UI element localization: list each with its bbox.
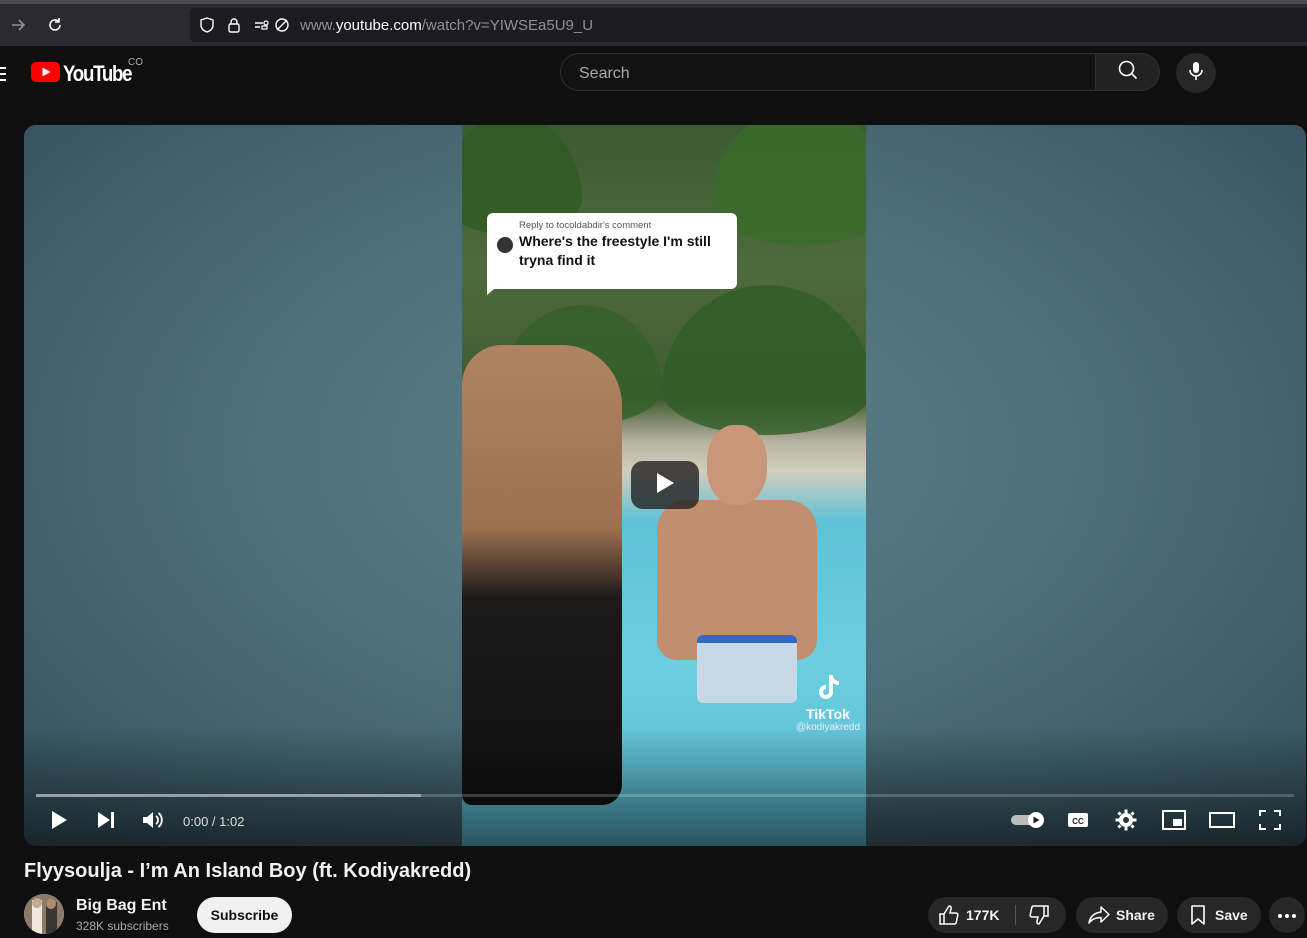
comment-avatar-icon (497, 237, 513, 253)
channel-avatar[interactable] (24, 894, 64, 934)
country-code: CO (128, 57, 143, 68)
camera-off-icon[interactable] (273, 16, 291, 34)
tiktok-note-icon (819, 675, 839, 699)
search-box[interactable] (560, 53, 1096, 91)
time-display: 0:00 / 1:02 (183, 814, 245, 829)
play-icon (50, 810, 68, 835)
thumbs-up-icon (939, 905, 959, 925)
progress-buffer (36, 794, 421, 797)
tiktok-brand: TikTok (806, 706, 850, 722)
bookmark-icon (1189, 904, 1207, 929)
video-player[interactable]: Reply to tocoldabdir's comment Where's t… (24, 125, 1306, 846)
miniplayer-icon (1162, 809, 1186, 835)
autoplay-toggle-icon (1010, 811, 1046, 834)
youtube-logo[interactable]: YouTube (31, 61, 143, 87)
browser-toolbar: www.youtube.com/watch?v=YIWSEa5U9_U (0, 0, 1307, 46)
theater-mode-icon (1209, 811, 1235, 834)
play-button[interactable] (41, 808, 77, 836)
video-person-shorts (697, 635, 797, 703)
lock-icon[interactable] (225, 16, 243, 34)
reload-icon[interactable] (40, 10, 70, 40)
fullscreen-button[interactable] (1252, 808, 1288, 836)
volume-icon (142, 810, 164, 835)
url-domain: youtube.com (335, 17, 422, 34)
theater-mode-button[interactable] (1204, 808, 1240, 836)
youtube-play-logo-icon (31, 61, 60, 87)
video-person-head (707, 425, 767, 505)
search-input[interactable] (577, 62, 1081, 86)
subscribe-button[interactable]: Subscribe (197, 897, 292, 933)
search-button[interactable] (1096, 53, 1160, 91)
like-count[interactable]: 177K (966, 907, 999, 923)
captions-button[interactable]: CC (1060, 808, 1096, 836)
forward-arrow-icon[interactable] (4, 10, 34, 40)
like-divider (1015, 905, 1016, 925)
more-horizontal-icon (1277, 906, 1297, 924)
save-label: Save (1215, 907, 1248, 923)
like-button[interactable] (938, 904, 960, 929)
like-dislike-group: 177K (928, 897, 1066, 933)
subscriber-count: 328K subscribers (76, 919, 169, 933)
comment-text: Where's the freestyle I'm still tryna fi… (519, 233, 711, 268)
youtube-logo-text: YouTube (63, 61, 133, 86)
svg-text:CC: CC (1072, 817, 1084, 826)
thumbs-down-icon (1029, 905, 1049, 925)
fullscreen-icon (1259, 809, 1281, 835)
progress-bar[interactable] (36, 794, 1294, 797)
next-button[interactable] (88, 808, 124, 836)
next-icon (96, 811, 116, 834)
menu-icon[interactable] (0, 65, 6, 83)
big-play-button[interactable] (631, 461, 699, 509)
tiktok-watermark: TikTok @kodiyakredd (790, 673, 866, 733)
settings-gear-icon (1115, 809, 1137, 836)
more-actions-button[interactable] (1269, 897, 1305, 933)
dislike-button[interactable] (1028, 904, 1050, 929)
miniplayer-button[interactable] (1156, 808, 1192, 836)
overlay-comment-bubble: Reply to tocoldabdir's comment Where's t… (487, 213, 737, 289)
url-text[interactable]: www.youtube.com/watch?v=YIWSEa5U9_U (300, 17, 593, 34)
share-label: Share (1116, 907, 1155, 923)
share-icon (1087, 904, 1111, 929)
channel-name[interactable]: Big Bag Ent (76, 897, 167, 915)
volume-button[interactable] (135, 808, 171, 836)
microphone-icon (1186, 60, 1206, 87)
youtube-masthead: YouTube CO (0, 46, 1307, 102)
voice-search-button[interactable] (1176, 53, 1216, 93)
comment-reply-line: Reply to tocoldabdir's comment (519, 220, 652, 231)
comment-bubble-tail (487, 283, 501, 295)
captions-icon: CC (1067, 811, 1089, 834)
big-play-icon (655, 472, 675, 499)
save-button[interactable]: Save (1177, 897, 1261, 933)
url-prefix: www. (300, 17, 336, 34)
autoplay-toggle[interactable] (1008, 808, 1048, 836)
share-button[interactable]: Share (1076, 897, 1168, 933)
search-icon (1117, 59, 1139, 86)
video-title: Flyysoulja - I’m An Island Boy (ft. Kodi… (24, 860, 472, 882)
url-path: /watch?v=YIWSEa5U9_U (421, 17, 594, 34)
shield-icon[interactable] (198, 16, 216, 34)
settings-button[interactable] (1108, 808, 1144, 836)
url-bar[interactable]: www.youtube.com/watch?v=YIWSEa5U9_U (190, 8, 1307, 42)
permissions-icon[interactable] (253, 16, 271, 34)
